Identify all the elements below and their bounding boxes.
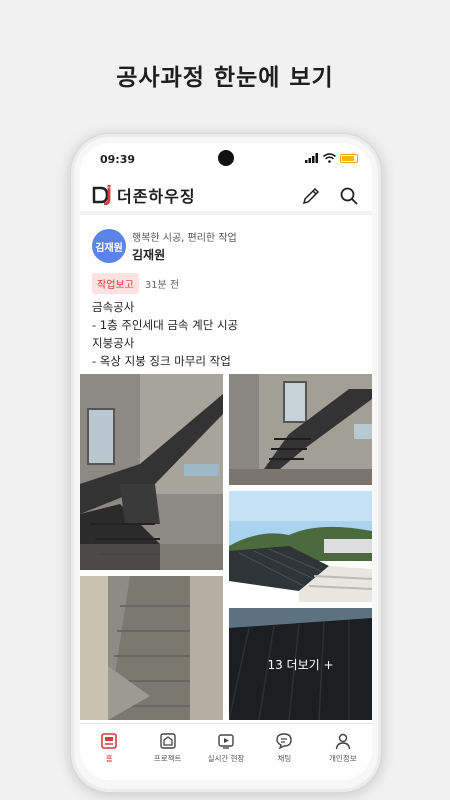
- status-bar: 09:39: [80, 143, 372, 175]
- avatar[interactable]: 김재원: [92, 229, 126, 263]
- pencil-icon: [302, 187, 320, 205]
- search-icon: [340, 187, 358, 205]
- tab-chat[interactable]: 채팅: [255, 724, 313, 780]
- project-icon: [159, 733, 176, 749]
- post-line: - 옥상 지붕 징크 마무리 작업: [92, 354, 231, 368]
- battery-icon: [340, 153, 358, 163]
- tab-home[interactable]: 홈: [80, 724, 138, 780]
- tab-label: 프로젝트: [153, 754, 182, 763]
- post-tag-badge: 작업보고: [92, 273, 139, 294]
- photo-staircase-2[interactable]: [229, 374, 372, 485]
- bottom-tab-bar: 홈 프로젝트 실시간 현장 채팅 개인정보: [80, 723, 372, 780]
- tab-live-site[interactable]: 실시간 현장: [197, 724, 255, 780]
- brand-logo-icon: [92, 185, 111, 205]
- post-line: 지붕공사: [92, 336, 135, 350]
- app-header: 더존하우징: [80, 179, 372, 215]
- wifi-icon: [323, 153, 336, 163]
- photo-staircase-1[interactable]: [80, 374, 223, 570]
- search-button[interactable]: [338, 185, 360, 207]
- post-line: - 1층 주인세대 금속 계단 시공: [92, 318, 239, 332]
- photo-grid: 13 더보기 +: [80, 374, 372, 720]
- post-author[interactable]: 김재원 행복한 시공, 편리한 작업 김재원: [92, 229, 237, 263]
- tab-project[interactable]: 프로젝트: [138, 724, 196, 780]
- front-camera: [218, 150, 234, 166]
- post-time-ago: 31분 전: [144, 280, 180, 291]
- chat-icon: [276, 733, 293, 750]
- post-body: 금속공사 - 1층 주인세대 금속 계단 시공 지붕공사 - 옥상 지붕 징크 …: [92, 298, 238, 370]
- brand-name: 더존하우징: [117, 187, 196, 206]
- tab-profile[interactable]: 개인정보: [314, 724, 372, 780]
- photo-roof-1[interactable]: [229, 491, 372, 602]
- author-slogan: 행복한 시공, 편리한 작업: [132, 233, 237, 244]
- signal-icon: [305, 153, 318, 163]
- live-play-icon: [218, 734, 234, 749]
- photo-roof-2[interactable]: 13 더보기 +: [229, 608, 372, 720]
- status-icons: [305, 153, 358, 163]
- tab-label: 홈: [105, 754, 113, 763]
- tab-label: 실시간 현장: [207, 754, 245, 763]
- page-headline: 공사과정 한눈에 보기: [116, 65, 334, 91]
- tab-label: 채팅: [277, 754, 292, 763]
- photo-staircase-3[interactable]: [80, 576, 223, 720]
- phone-screen: 09:39 더존하우징 김재원 행복한 시공, 편리한 작업 김재원 작업보고 …: [80, 143, 372, 780]
- status-time: 09:39: [100, 153, 136, 166]
- author-name: 김재원: [132, 248, 166, 262]
- tab-label: 개인정보: [329, 754, 357, 763]
- post-line: 금속공사: [92, 300, 135, 314]
- more-photos-button[interactable]: 13 더보기 +: [229, 608, 372, 720]
- brand-logo[interactable]: 더존하우징: [92, 183, 196, 207]
- home-icon: [101, 733, 118, 749]
- write-post-button[interactable]: [300, 185, 322, 207]
- profile-icon: [335, 733, 351, 750]
